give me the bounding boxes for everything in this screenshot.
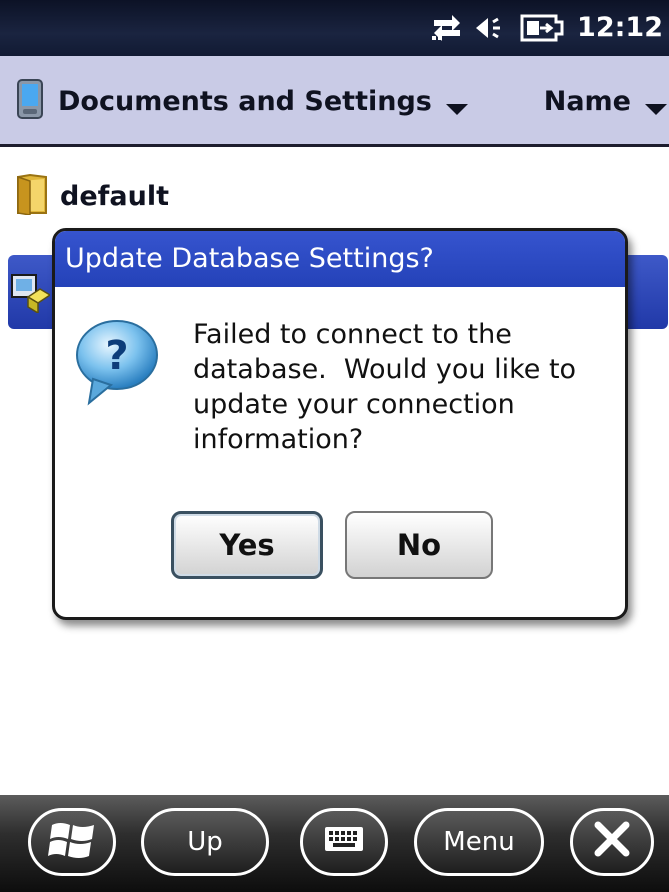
start-button[interactable] <box>28 808 116 876</box>
folder-icon <box>16 173 48 219</box>
clock[interactable]: 12:12 <box>577 12 663 43</box>
up-button[interactable]: Up <box>141 808 269 876</box>
sort-label: Name <box>543 85 631 117</box>
keyboard-icon <box>324 826 364 859</box>
connectivity-icon[interactable] <box>430 14 464 42</box>
update-database-dialog: Update Database Settings? ? Failed to co… <box>52 228 628 620</box>
list-item-label: default <box>60 180 169 212</box>
path-dropdown[interactable]: Documents and Settings <box>16 76 468 126</box>
device-icon <box>16 79 44 123</box>
question-icon: ? <box>71 315 161 411</box>
list-item[interactable]: default <box>16 172 669 220</box>
no-button[interactable]: No <box>345 511 493 579</box>
package-icon <box>10 271 52 317</box>
yes-button[interactable]: Yes <box>171 511 323 579</box>
status-bar: 12:12 <box>0 0 669 56</box>
close-button[interactable] <box>570 808 654 876</box>
svg-text:?: ? <box>105 333 128 379</box>
dialog-message: Failed to connect to the database. Would… <box>193 319 585 455</box>
battery-icon[interactable] <box>516 14 566 42</box>
windows-start-icon <box>48 817 96 868</box>
path-label: Documents and Settings <box>58 85 432 117</box>
sort-dropdown[interactable]: Name <box>544 76 667 126</box>
menu-button[interactable]: Menu <box>414 808 544 876</box>
folder-header: Documents and Settings Name <box>0 56 669 147</box>
dialog-title: Update Database Settings? <box>55 231 625 287</box>
keyboard-button[interactable] <box>300 808 388 876</box>
chevron-down-icon <box>445 103 468 115</box>
bottom-toolbar: Up Menu <box>0 795 669 892</box>
close-icon <box>592 819 632 866</box>
speaker-icon[interactable] <box>474 14 508 42</box>
chevron-down-icon <box>645 103 667 115</box>
